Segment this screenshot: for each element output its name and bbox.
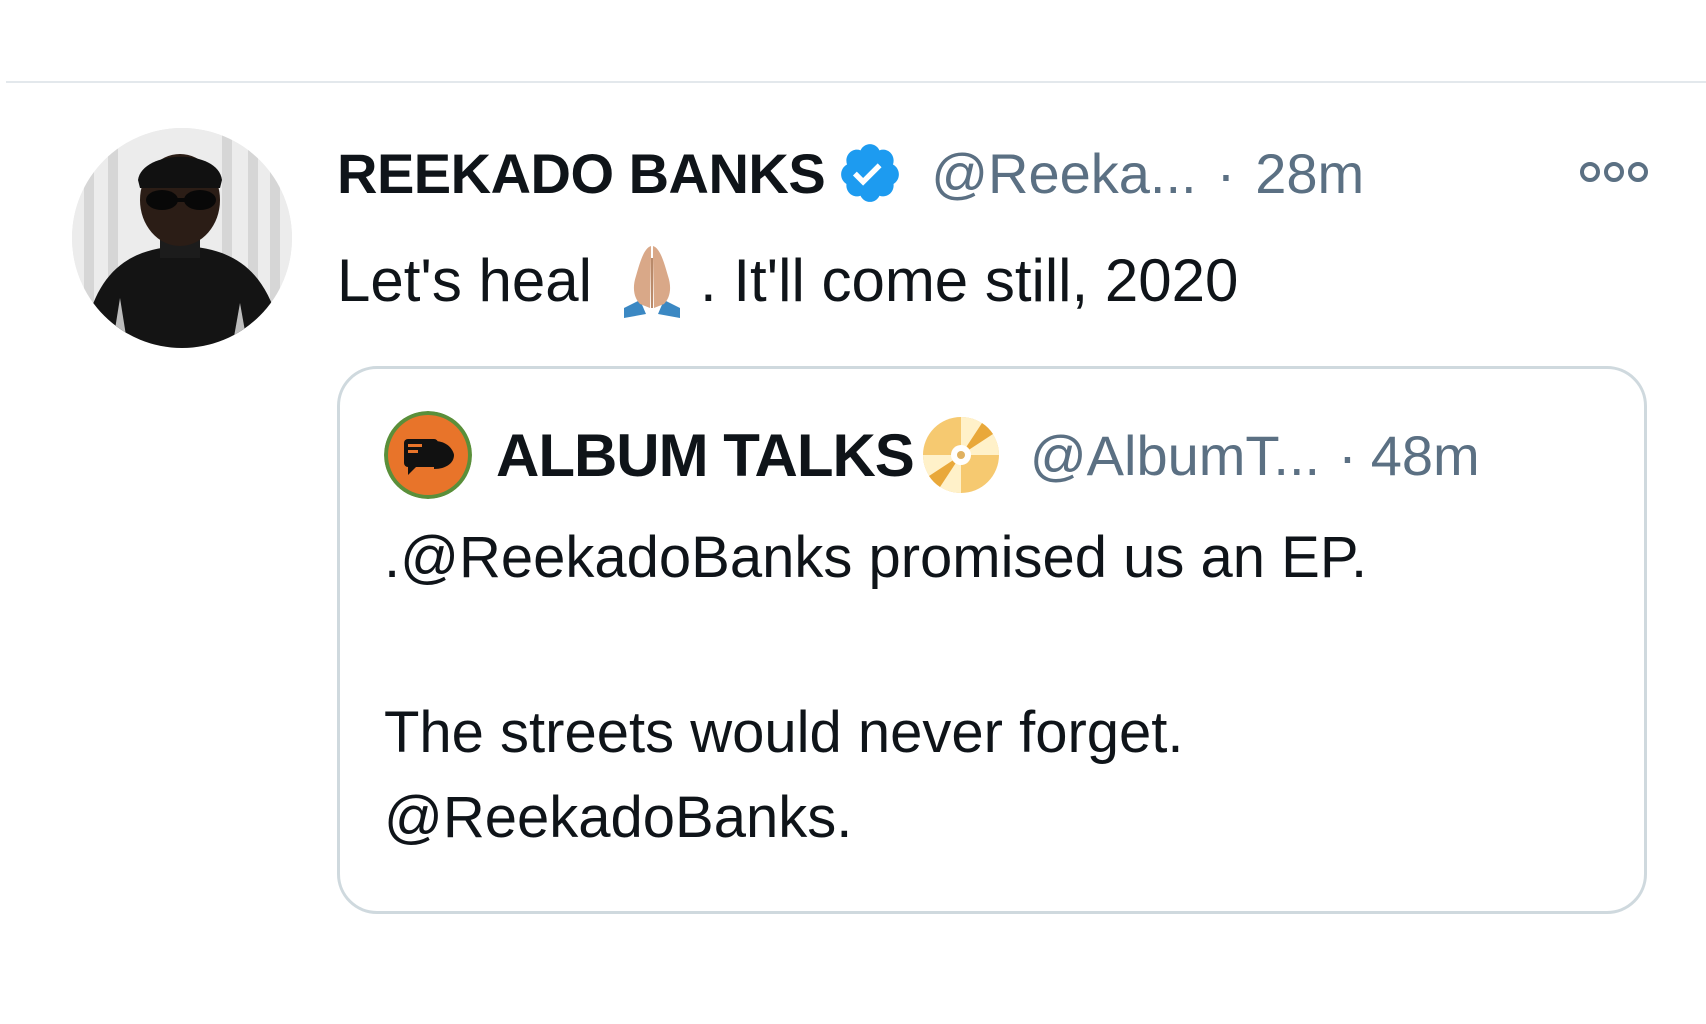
- tweet-header: REEKADO BANKS @Reeka... · 28m: [337, 138, 1364, 208]
- author-display-name[interactable]: REEKADO BANKS: [337, 141, 826, 206]
- tweet-timestamp[interactable]: 28m: [1255, 141, 1364, 206]
- folded-hands-icon: [610, 238, 694, 322]
- quoted-text-line-3: @ReekadoBanks.: [384, 785, 853, 850]
- avatar-photo: [72, 128, 292, 348]
- more-options-icon[interactable]: [1578, 157, 1650, 187]
- album-talks-avatar[interactable]: [384, 411, 472, 499]
- tweet-text-part-1: Let's heal: [337, 246, 592, 314]
- quoted-text-line-1: .@ReekadoBanks promised us an EP.: [384, 525, 1368, 590]
- quoted-timestamp[interactable]: 48m: [1371, 423, 1480, 488]
- quoted-separator-dot: ·: [1338, 423, 1357, 487]
- author-avatar[interactable]: [72, 128, 292, 348]
- quoted-display-name[interactable]: ALBUM TALKS: [496, 421, 915, 490]
- separator-dot: ·: [1216, 141, 1236, 205]
- dvd-disc-icon: [920, 414, 1002, 496]
- quoted-handle[interactable]: @AlbumT...: [1030, 423, 1320, 488]
- author-handle[interactable]: @Reeka...: [931, 141, 1196, 206]
- tweet-text-part-2: . It'll come still, 2020: [699, 246, 1239, 314]
- quoted-tweet-card[interactable]: ALBUM TALKS @AlbumT... · 48m .@ReekadoBa…: [337, 366, 1647, 914]
- quoted-text-line-2: The streets would never forget.: [384, 700, 1184, 765]
- verified-badge-icon: [837, 140, 903, 206]
- quoted-tweet-header: ALBUM TALKS @AlbumT... · 48m: [384, 409, 1480, 501]
- timeline-divider: [6, 81, 1706, 83]
- tweet-text: Let's heal . It'll come still, 2020: [337, 238, 1238, 322]
